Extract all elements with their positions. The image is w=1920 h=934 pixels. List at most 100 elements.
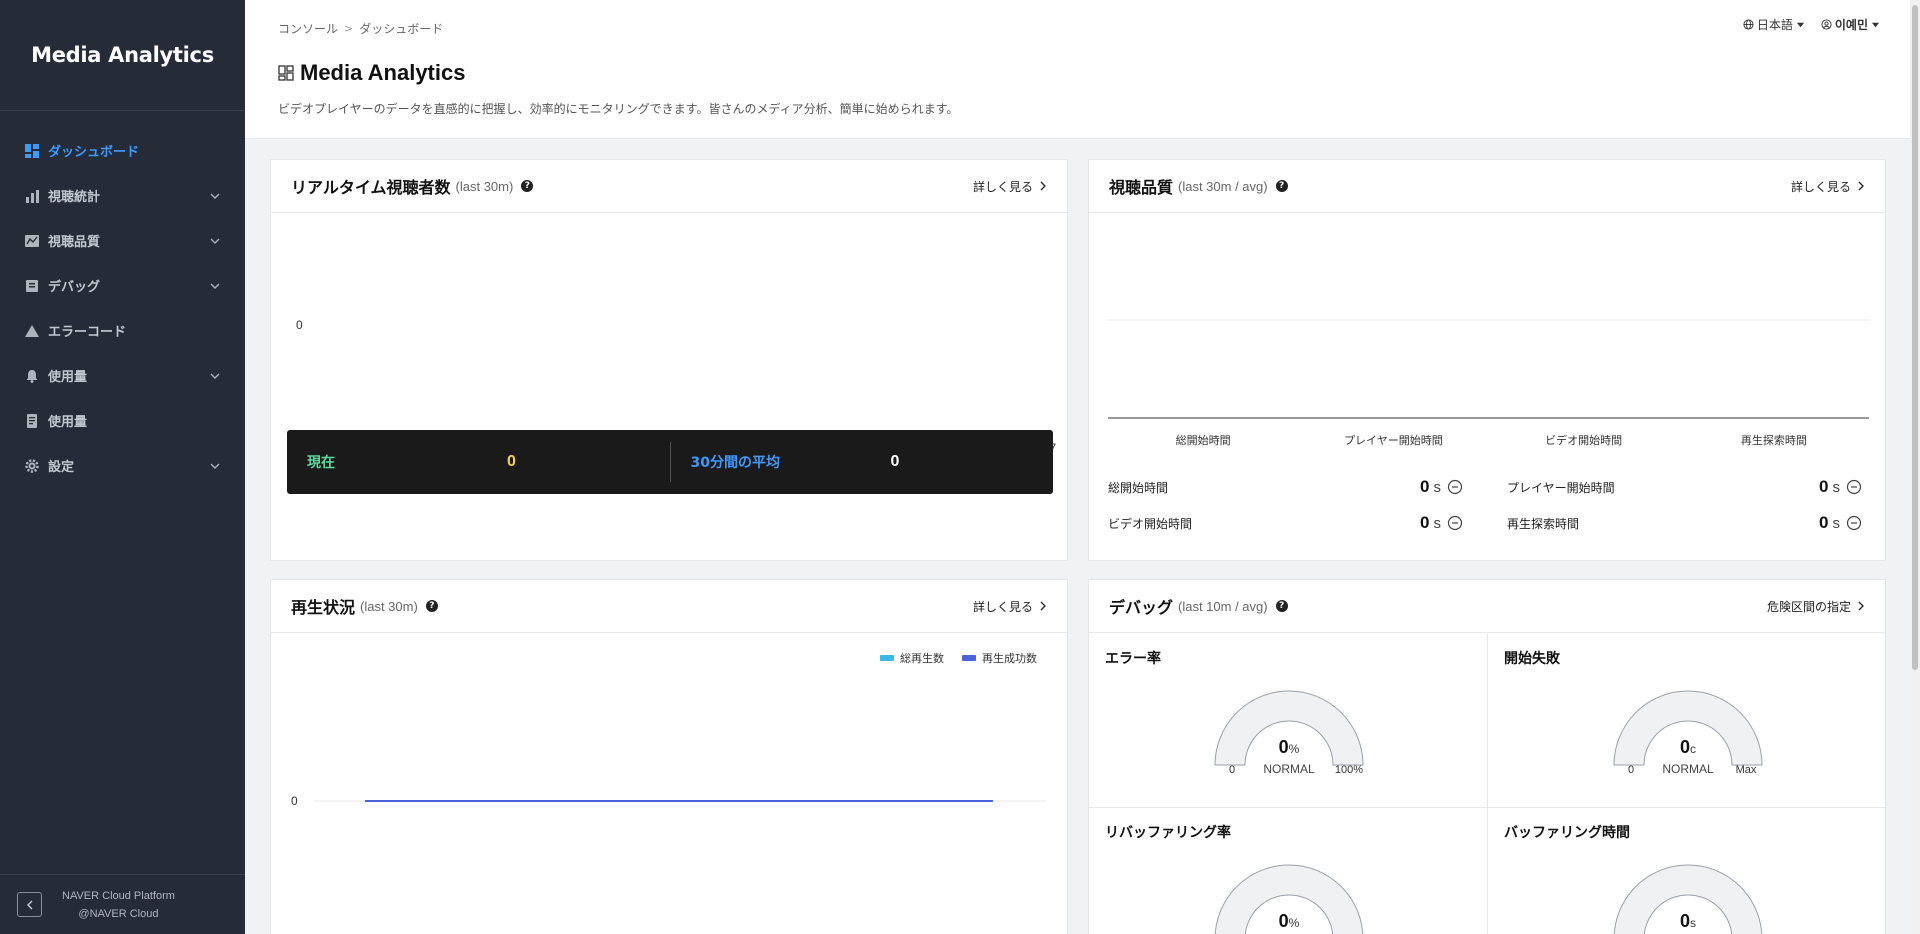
gauge-min: 0: [1627, 764, 1635, 776]
page-title-text: Media Analytics: [300, 60, 466, 85]
sidebar-item-dashboard[interactable]: ダッシュボード: [0, 128, 245, 173]
sidebar-logo[interactable]: Media Analytics: [0, 0, 245, 111]
danger-zone-link[interactable]: 危険区間の指定: [1767, 598, 1865, 615]
gauge-title: バッファリング時間: [1504, 825, 1630, 841]
minus-circle-icon: [1447, 515, 1463, 531]
card-title: 視聴品質: [1109, 178, 1174, 197]
x-category-label: 総開始時間: [1175, 435, 1231, 447]
sidebar-item-usage-alerts[interactable]: 使用量: [0, 353, 245, 398]
view-details-link[interactable]: 詳しく見る: [1791, 178, 1865, 195]
realtime-series: [271, 214, 1069, 454]
help-icon[interactable]: ?: [1275, 600, 1288, 612]
bell-icon: [24, 368, 40, 384]
help-icon[interactable]: ?: [521, 180, 534, 192]
view-details-link[interactable]: 詳しく見る: [973, 178, 1047, 195]
breadcrumb-separator: >: [344, 22, 354, 35]
chevron-down-icon: [210, 238, 220, 244]
average-label: 30分間の平均: [690, 455, 780, 471]
gauge-value: 0%: [1214, 737, 1364, 758]
card-header: デバッグ (last 10m / avg) ? 危険区間の指定: [1089, 580, 1885, 633]
view-details-label: 詳しく見る: [1790, 179, 1851, 194]
language-selector[interactable]: 日本語: [1743, 16, 1805, 33]
gear-icon: [24, 458, 40, 474]
sidebar-item-debug[interactable]: デバッグ: [0, 263, 245, 308]
realtime-summary-bar: 現在 0 30分間の平均 0: [287, 430, 1053, 494]
metric-label: 総開始時間: [1108, 480, 1169, 495]
breadcrumb-dashboard[interactable]: ダッシュボード: [359, 20, 443, 37]
sidebar-item-usage[interactable]: 使用量: [0, 398, 245, 443]
gauge: 0%: [1214, 860, 1364, 934]
sidebar-item-error-codes[interactable]: エラーコード: [0, 308, 245, 353]
caret-down-icon: [1796, 22, 1804, 28]
help-icon[interactable]: ?: [1275, 180, 1288, 192]
user-icon: [1821, 19, 1832, 30]
chevron-left-icon: [26, 900, 32, 909]
quality-icon: [24, 233, 40, 249]
dashboard-icon: [24, 143, 40, 159]
page-scrollbar[interactable]: [1910, 0, 1920, 934]
current-label: 現在: [307, 455, 335, 471]
playback-status-card: 再生状況 (last 30m) ? 詳しく見る 総再生数 再生成功数 0: [270, 579, 1068, 934]
minus-circle-icon: [1447, 479, 1463, 495]
danger-zone-label: 危険区間の指定: [1766, 599, 1851, 614]
gauge-number: 0: [1278, 911, 1289, 931]
realtime-viewers-card: リアルタイム視聴者数 (last 30m) ? 詳しく見る 0 11:0711:…: [270, 159, 1068, 561]
sidebar-item-settings[interactable]: 設定: [0, 443, 245, 488]
metric-unit: s: [1433, 478, 1442, 496]
bar-chart-icon: [24, 188, 40, 204]
caret-down-icon: [1871, 22, 1880, 28]
collapse-sidebar-button[interactable]: [17, 892, 42, 917]
document-icon: [24, 413, 40, 429]
user-menu[interactable]: 이예민: [1821, 16, 1880, 33]
user-name: 이예민: [1834, 18, 1868, 32]
breadcrumb-console[interactable]: コンソール: [278, 20, 338, 37]
sidebar-item-label: デバッグ: [48, 280, 101, 295]
gauge-value: 0%: [1214, 911, 1364, 932]
sidebar-item-label: 視聴品質: [48, 235, 101, 250]
metric-unit: s: [1433, 514, 1442, 532]
chevron-right-icon: [1858, 601, 1864, 611]
metric-value: 0: [1420, 513, 1430, 532]
metric-value: 0: [1819, 477, 1829, 496]
chevron-down-icon: [210, 283, 220, 289]
sidebar-item-viewing-quality[interactable]: 視聴品質: [0, 218, 245, 263]
page-description: ビデオプレイヤーのデータを直感的に把握し、効率的にモニタリングできます。皆さんの…: [278, 102, 959, 116]
average-viewers: 30分間の平均 0: [669, 442, 1054, 482]
gauge-unit: %: [1288, 916, 1300, 930]
gauge-title: エラー率: [1105, 651, 1161, 667]
metric-label: ビデオ開始時間: [1108, 516, 1193, 531]
gauge-min: 0: [1228, 764, 1236, 776]
sidebar-item-label: ダッシュボード: [48, 145, 140, 160]
chevron-down-icon: [210, 193, 220, 199]
sidebar-item-viewing-stats[interactable]: 視聴統計: [0, 173, 245, 218]
gauge-unit: %: [1288, 742, 1300, 756]
sidebar-footer: NAVER Cloud Platform @NAVER Cloud: [0, 874, 245, 934]
sidebar-nav: ダッシュボード 視聴統計 視聴品質 デバッグ エラーコード 使用量 使用量 設定: [0, 111, 245, 488]
sidebar-item-label: 使用量: [48, 370, 88, 385]
metric-label: プレイヤー開始時間: [1507, 480, 1615, 495]
page-header: コンソール > ダッシュボード Media Analytics ビデオプレイヤー…: [245, 0, 1910, 139]
view-details-label: 詳しく見る: [972, 179, 1033, 194]
gauge-max: 100%: [1334, 764, 1364, 776]
metric-seek-time: 再生探索時間 0 s: [1507, 513, 1862, 533]
metric-total-start-time: 総開始時間 0 s: [1108, 477, 1463, 497]
scrollbar-thumb[interactable]: [1912, 5, 1918, 670]
page-title: Media Analytics: [278, 60, 465, 86]
card-title: デバッグ: [1109, 598, 1174, 617]
current-value: 0: [507, 453, 516, 470]
minus-circle-icon: [1846, 479, 1862, 495]
metric-value: 0: [1819, 513, 1829, 532]
gauge-rebuffering-rate: リバッファリング率 0%: [1089, 808, 1488, 934]
globe-icon: [1743, 19, 1754, 30]
sidebar-item-label: 設定: [48, 460, 75, 475]
playback-line-chart: [314, 800, 1046, 802]
gauge-value: 0s: [1613, 911, 1763, 932]
sidebar-item-label: エラーコード: [48, 325, 127, 340]
dashboard-outline-icon: [278, 65, 294, 81]
metric-unit: s: [1832, 514, 1841, 532]
metric-value: 0: [1420, 477, 1430, 496]
metric-player-start-time: プレイヤー開始時間 0 s: [1507, 477, 1862, 497]
gauge-value: 0c: [1613, 737, 1763, 758]
app-logo-text: Media Analytics: [31, 43, 214, 67]
breadcrumb: コンソール > ダッシュボード: [278, 20, 443, 37]
